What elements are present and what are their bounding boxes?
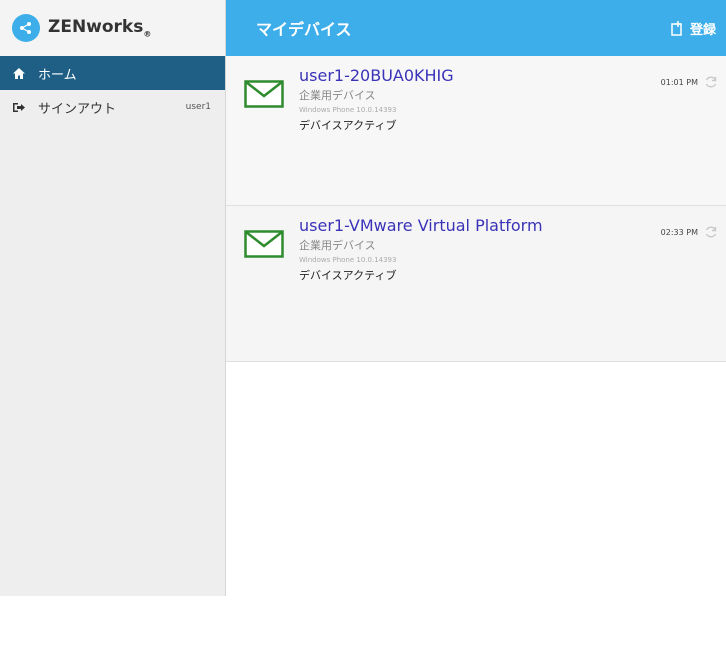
sidebar-item-label: サインアウト [38, 101, 117, 117]
device-info: user1-VMware Virtual Platform 企業用デバイス Wi… [299, 216, 543, 283]
device-name[interactable]: user1-20BUA0KHIG [299, 66, 454, 85]
device-status: デバイスアクティブ [299, 269, 397, 282]
register-icon [671, 20, 682, 36]
device-type: 企業用デバイス [299, 239, 376, 252]
device-time: 02:33 PM [660, 228, 698, 237]
device-info: user1-20BUA0KHIG 企業用デバイス Windows Phone 1… [299, 66, 454, 133]
app-frame: ZENworks® ホーム サインアウト user1 マイデバイス 登録 use… [0, 0, 726, 618]
brand-name-text: ZENworks [48, 17, 144, 38]
brand-name: ZENworks® [48, 17, 151, 38]
sync-icon[interactable] [704, 224, 718, 243]
envelope-icon [244, 80, 284, 112]
device-os: Windows Phone 10.0.14393 [299, 256, 397, 264]
username-label: user1 [185, 102, 211, 112]
register-button[interactable]: 登録 [671, 19, 716, 38]
sidebar-item-label: ホーム [38, 67, 77, 83]
device-os: Windows Phone 10.0.14393 [299, 106, 397, 114]
sidebar-item-signout[interactable]: サインアウト user1 [0, 90, 225, 124]
brand[interactable]: ZENworks® [0, 0, 225, 56]
envelope-icon [244, 230, 284, 262]
device-card[interactable]: user1-20BUA0KHIG 企業用デバイス Windows Phone 1… [226, 56, 726, 206]
sync-icon[interactable] [704, 74, 718, 93]
device-type: 企業用デバイス [299, 89, 376, 102]
sidebar-footer [0, 596, 226, 618]
register-label: 登録 [689, 22, 716, 38]
main-panel: マイデバイス 登録 user1-20BUA0KHIG 企業用デバイス Windo… [226, 0, 726, 618]
header-bar: マイデバイス 登録 [226, 0, 726, 56]
device-time: 01:01 PM [660, 78, 698, 87]
home-icon [12, 67, 28, 80]
device-name[interactable]: user1-VMware Virtual Platform [299, 216, 543, 235]
empty-area [226, 362, 726, 646]
zenworks-logo-icon [12, 14, 40, 42]
page-title: マイデバイス [256, 20, 352, 39]
sidebar: ZENworks® ホーム サインアウト user1 [0, 0, 226, 618]
registered-mark: ® [143, 29, 152, 39]
device-card[interactable]: user1-VMware Virtual Platform 企業用デバイス Wi… [226, 206, 726, 362]
device-status: デバイスアクティブ [299, 119, 397, 132]
sidebar-item-home[interactable]: ホーム [0, 56, 225, 90]
sign-out-icon [12, 101, 28, 114]
